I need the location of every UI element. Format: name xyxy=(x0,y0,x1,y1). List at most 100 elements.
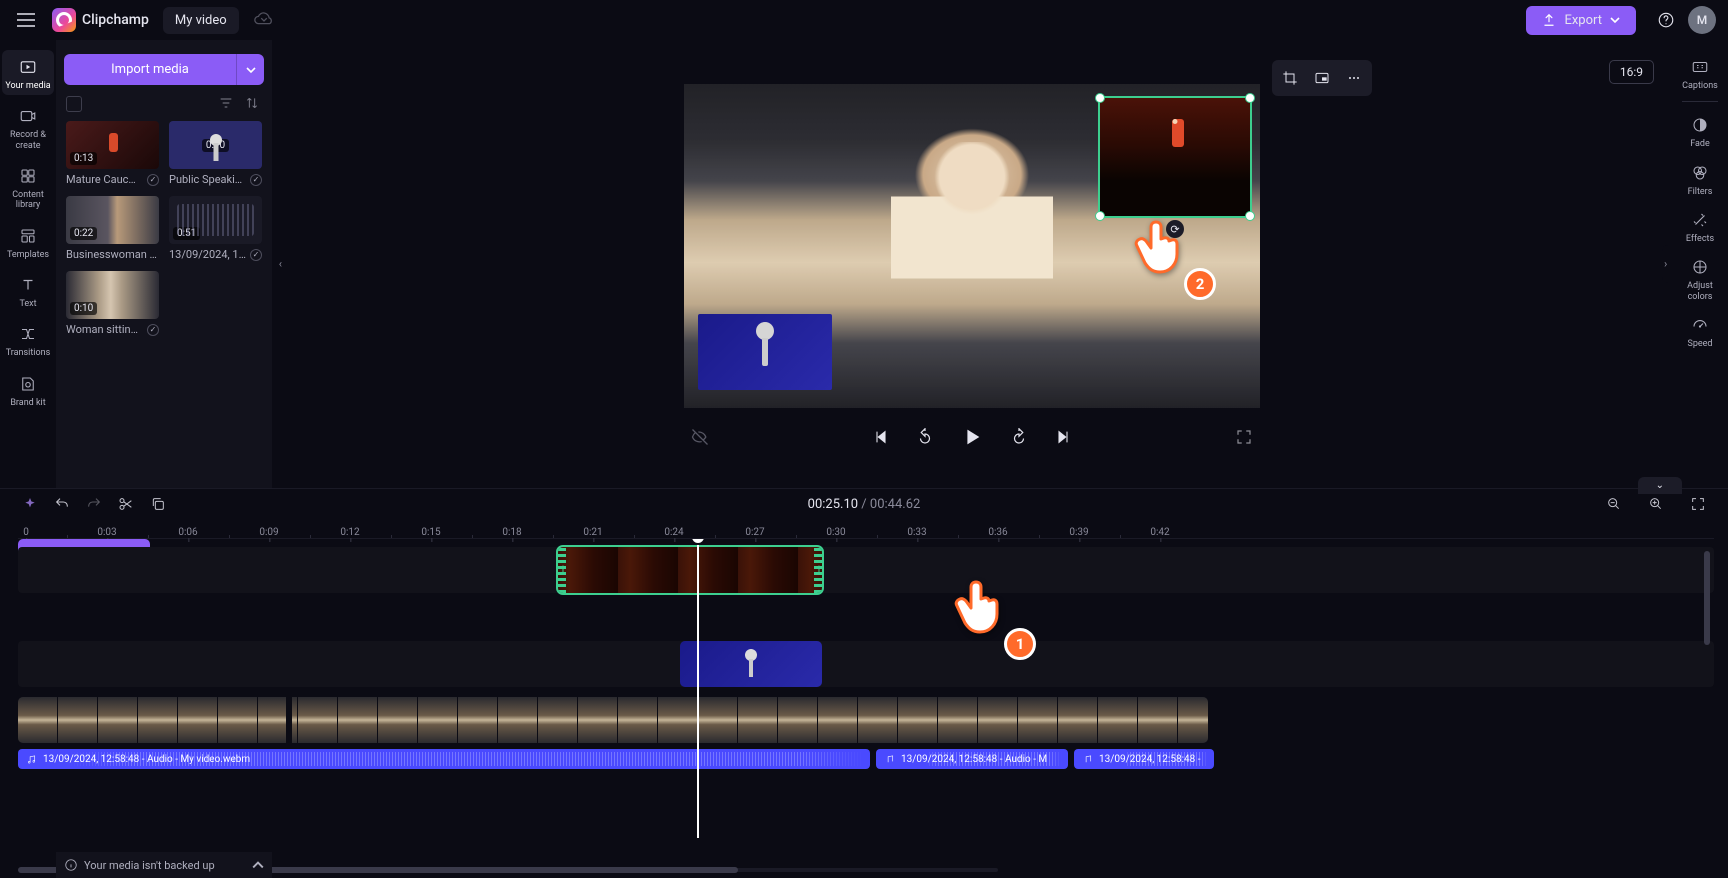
timeline-tracks[interactable]: || || Video resume 13/09/2024, 12:58:48 … xyxy=(18,539,1714,878)
music-icon xyxy=(1082,754,1093,765)
resize-handle[interactable] xyxy=(1245,93,1255,103)
play-button[interactable] xyxy=(957,422,987,452)
adjust-icon xyxy=(1689,256,1711,278)
import-media-button[interactable]: Import media xyxy=(64,54,236,85)
clip-audio[interactable]: 13/09/2024, 12:58:48 - Audio - M xyxy=(876,749,1068,769)
check-icon: ✓ xyxy=(147,324,159,336)
undo-button[interactable] xyxy=(50,492,74,516)
clip-audio[interactable]: 13/09/2024, 12:58:48 - xyxy=(1074,749,1214,769)
skip-back-button[interactable] xyxy=(869,425,893,449)
import-dropdown[interactable] xyxy=(236,54,264,85)
zoom-fit-button[interactable] xyxy=(1686,492,1710,516)
effects-icon xyxy=(1689,209,1711,231)
hamburger-menu[interactable] xyxy=(12,6,40,34)
text-icon xyxy=(17,274,39,296)
media-item[interactable]: 0:22 Businesswoman … xyxy=(66,196,159,261)
track-row xyxy=(18,641,1714,687)
media-item[interactable]: 0:51 13/09/2024, 1…✓ xyxy=(169,196,262,261)
rewind-button[interactable] xyxy=(913,425,937,449)
music-icon xyxy=(884,754,895,765)
captions-icon xyxy=(1689,56,1711,78)
media-thumbnail: 0:22 xyxy=(66,196,159,244)
forward-button[interactable] xyxy=(1007,425,1031,449)
hide-preview-button[interactable] xyxy=(688,425,712,449)
rail-speed[interactable]: Speed xyxy=(1674,308,1726,353)
zoom-out-button[interactable] xyxy=(1602,492,1626,516)
preview-toolbar xyxy=(1272,60,1372,96)
copy-button[interactable] xyxy=(146,492,170,516)
zoom-in-button[interactable] xyxy=(1644,492,1668,516)
rotate-handle[interactable]: ⟳ xyxy=(1166,220,1184,238)
brand-name: Clipchamp xyxy=(82,12,149,28)
select-all-checkbox[interactable] xyxy=(66,96,82,112)
skip-forward-button[interactable] xyxy=(1051,425,1075,449)
clip-speaker-video[interactable]: || || xyxy=(558,547,822,593)
pip-button[interactable] xyxy=(1308,64,1336,92)
check-icon: ✓ xyxy=(250,249,262,261)
library-icon xyxy=(17,165,39,187)
filters-icon xyxy=(1689,162,1711,184)
collapse-panel-icon[interactable]: ‹ xyxy=(279,258,282,271)
avatar[interactable]: M xyxy=(1688,6,1716,34)
templates-icon xyxy=(17,225,39,247)
resize-handle[interactable] xyxy=(1245,211,1255,221)
aspect-ratio-selector[interactable]: 16:9 xyxy=(1609,60,1654,84)
chevron-down-icon xyxy=(1610,15,1620,25)
rail-transitions[interactable]: Transitions xyxy=(2,317,54,362)
resize-handle[interactable] xyxy=(1095,93,1105,103)
media-thumbnail: 0:10 xyxy=(169,121,262,169)
clip-audio[interactable]: 13/09/2024, 12:58:48 - Audio - My video.… xyxy=(18,749,870,769)
media-item[interactable]: 0:10 Public Speaki…✓ xyxy=(169,121,262,186)
clipchamp-logo-icon xyxy=(52,8,76,32)
fullscreen-button[interactable] xyxy=(1232,425,1256,449)
transitions-icon xyxy=(17,323,39,345)
media-item[interactable]: 0:10 Woman sittin…✓ xyxy=(66,271,159,336)
rail-your-media[interactable]: Your media xyxy=(2,50,54,95)
help-button[interactable] xyxy=(1652,6,1680,34)
clip-trim-handle[interactable]: || xyxy=(558,547,566,593)
rail-content-library[interactable]: Content library xyxy=(2,159,54,215)
clip-main-video[interactable] xyxy=(18,697,1208,743)
media-item[interactable]: 0:13 Mature Cauc…✓ xyxy=(66,121,159,186)
speed-icon xyxy=(1689,314,1711,336)
fade-icon xyxy=(1689,114,1711,136)
rail-fade[interactable]: Fade xyxy=(1674,108,1726,153)
pip-layer-microphone[interactable] xyxy=(698,314,832,390)
playhead[interactable] xyxy=(697,539,699,838)
record-icon xyxy=(17,105,39,127)
backup-warning[interactable]: Your media isn't backed up xyxy=(56,852,272,878)
pip-layer-speaker[interactable]: ⟳ xyxy=(1100,98,1250,216)
export-button[interactable]: Export xyxy=(1526,6,1636,35)
more-button[interactable] xyxy=(1340,64,1368,92)
rail-filters[interactable]: Filters xyxy=(1674,156,1726,201)
preview-canvas[interactable]: ⟳ xyxy=(684,84,1260,408)
timeline-vertical-scrollbar[interactable] xyxy=(1704,547,1712,747)
crop-button[interactable] xyxy=(1276,64,1304,92)
rail-effects[interactable]: Effects xyxy=(1674,203,1726,248)
sort-icon[interactable] xyxy=(244,95,262,113)
rail-templates[interactable]: Templates xyxy=(2,219,54,264)
clip-trim-handle[interactable]: || xyxy=(814,547,822,593)
filter-icon[interactable] xyxy=(218,95,236,113)
check-icon: ✓ xyxy=(147,174,159,186)
expand-right-panel-icon[interactable]: › xyxy=(1664,258,1667,271)
rail-adjust-colors[interactable]: Adjust colors xyxy=(1674,250,1726,306)
rail-record-create[interactable]: Record & create xyxy=(2,99,54,155)
media-thumbnail: 0:10 xyxy=(66,271,159,319)
redo-button[interactable] xyxy=(82,492,106,516)
split-button[interactable] xyxy=(114,492,138,516)
ai-tool-button[interactable] xyxy=(18,492,42,516)
check-icon: ✓ xyxy=(250,174,262,186)
timeline-ruler[interactable]: 00:030:060:090:120:150:180:210:240:270:3… xyxy=(18,519,1714,539)
clip-microphone-video[interactable] xyxy=(680,641,822,687)
rail-brand-kit[interactable]: Brand kit xyxy=(2,367,54,412)
rail-captions[interactable]: Captions xyxy=(1674,50,1726,95)
brand[interactable]: Clipchamp xyxy=(52,8,149,32)
rail-text[interactable]: Text xyxy=(2,268,54,313)
project-title[interactable]: My video xyxy=(163,7,239,34)
cloud-sync-icon xyxy=(253,9,275,31)
media-thumbnail: 0:13 xyxy=(66,121,159,169)
media-thumbnail: 0:51 xyxy=(169,196,262,244)
chevron-up-icon xyxy=(252,859,264,871)
resize-handle[interactable] xyxy=(1095,211,1105,221)
